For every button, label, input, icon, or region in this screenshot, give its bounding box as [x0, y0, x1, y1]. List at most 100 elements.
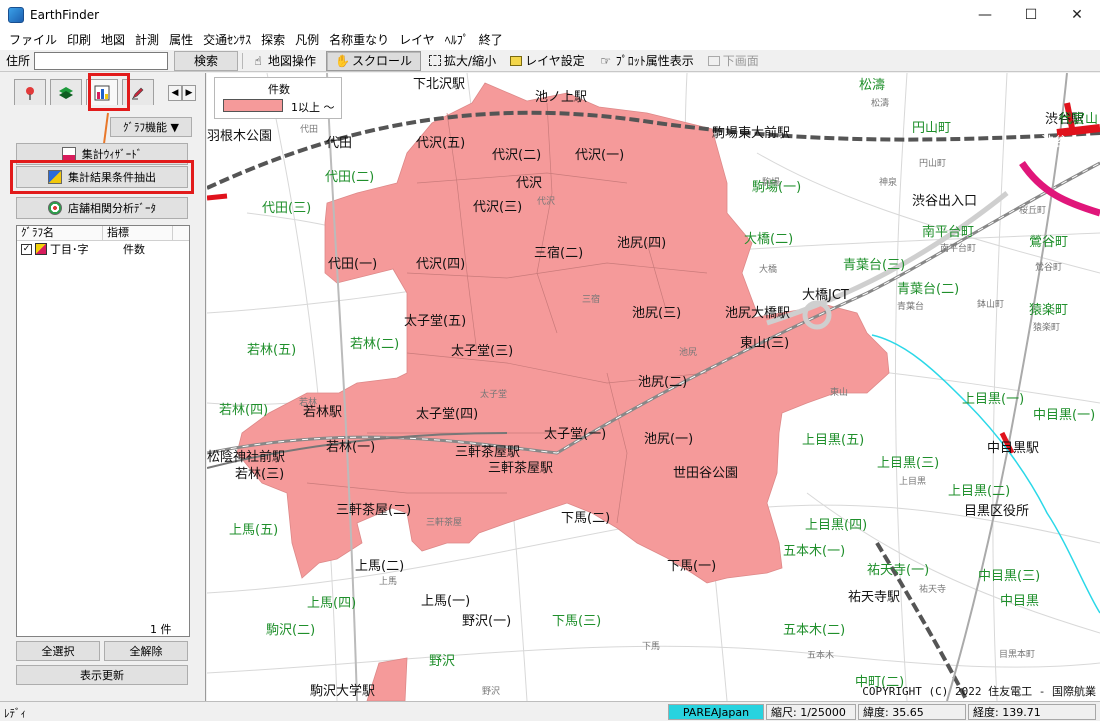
- map-label: 三軒茶屋: [426, 518, 463, 528]
- menu-map[interactable]: 地図: [96, 30, 130, 50]
- map-label: 上馬(一): [421, 594, 471, 609]
- map-legend: 件数 1以上 ～: [214, 77, 342, 119]
- status-bar: ﾚﾃﾞｨ PAREAJapan 縮尺: 1/25000 緯度: 35.65 経度…: [0, 701, 1100, 721]
- map-label: 野沢: [429, 654, 456, 669]
- map-label: 南平台町: [922, 225, 975, 240]
- col-indicator[interactable]: 指標: [103, 226, 173, 240]
- map-label: 三軒茶屋(二): [336, 503, 412, 518]
- menu-layer[interactable]: レイヤ: [394, 30, 440, 50]
- sub-screen-button[interactable]: 下画面: [702, 51, 765, 71]
- maximize-button[interactable]: ☐: [1008, 0, 1054, 30]
- search-button[interactable]: 検索: [174, 50, 239, 71]
- plot-attribute-button[interactable]: ☞ ﾌﾟﾛｯﾄ属性表示: [593, 51, 700, 71]
- app-icon: [8, 7, 24, 23]
- plot-attribute-label: ﾌﾟﾛｯﾄ属性表示: [615, 54, 694, 68]
- map-label: 若林(四): [219, 403, 269, 418]
- map-label: 羽根木公園: [207, 129, 273, 144]
- data-source-badge: PAREAJapan: [668, 704, 764, 720]
- map-label: 下馬: [642, 642, 661, 652]
- map-label: 円山町: [912, 121, 952, 136]
- map-label: 円山町: [919, 159, 947, 169]
- menu-measure[interactable]: 計測: [130, 30, 164, 50]
- menu-legend[interactable]: 凡例: [290, 30, 324, 50]
- scroll-button[interactable]: ✋ スクロール: [326, 50, 422, 71]
- map-label: 上目黒(四): [805, 518, 868, 533]
- map-label: 上馬(四): [307, 596, 357, 611]
- menu-file[interactable]: ファイル: [4, 30, 62, 50]
- map-label: 上馬: [379, 577, 398, 587]
- map-label: 五本木(二): [783, 623, 846, 638]
- map-label: 代田: [326, 136, 353, 151]
- graph-list: ｸﾞﾗﾌ名 指標 ✓ 丁目･字 件数: [16, 225, 190, 637]
- toolbar: 住所 検索 ☝ 地図操作 ✋ スクロール 拡大/縮小 レイヤ設定 ☞ ﾌﾟﾛｯﾄ…: [0, 50, 1100, 72]
- store-correlation-label: 店舗相関分析ﾃﾞｰﾀ: [68, 202, 156, 215]
- address-input[interactable]: [34, 51, 169, 70]
- menu-print[interactable]: 印刷: [62, 30, 96, 50]
- map-label: 祐天寺(一): [867, 563, 930, 578]
- map-label: 下馬(三): [552, 614, 602, 629]
- graph-list-header: ｸﾞﾗﾌ名 指標: [17, 226, 189, 241]
- zoom-button[interactable]: 拡大/縮小: [423, 51, 502, 71]
- map-operation-button[interactable]: ☝ 地図操作: [245, 51, 322, 71]
- map-label: 神泉: [879, 178, 898, 188]
- scroll-label: スクロール: [352, 54, 413, 68]
- map-operation-label: 地図操作: [268, 54, 317, 68]
- map-label: 上目黒(五): [802, 433, 865, 448]
- menu-help[interactable]: ﾍﾙﾌﾟ: [440, 30, 474, 50]
- map-label: 上目黒(三): [877, 456, 940, 471]
- map-view[interactable]: 件数 1以上 ～ 下北沢駅 池ノ上駅 駒場東大前駅 羽根木公園 代田 代沢(五)…: [207, 73, 1100, 701]
- map-label: 代田(三): [262, 201, 312, 216]
- longitude-readout: 経度: 139.71: [968, 704, 1096, 720]
- menu-traffic-census[interactable]: 交通ｾﾝｻｽ: [198, 30, 256, 50]
- map-label: 下馬(一): [667, 559, 717, 574]
- map-label: 池ノ上駅: [535, 90, 588, 105]
- map-label: 東山: [830, 388, 849, 398]
- map-label: 上目黒(二): [948, 484, 1011, 499]
- map-label: 五本木(一): [783, 544, 846, 559]
- map-label: 池尻(一): [644, 432, 694, 447]
- store-correlation-button[interactable]: 店舗相関分析ﾃﾞｰﾀ: [16, 197, 188, 219]
- map-label: 上目黒(一): [962, 392, 1025, 407]
- map-label: 代沢(一): [575, 148, 625, 163]
- left-panel: ◀ ▶ ｸﾞﾗﾌ機能 ▼ 集計ｳｨｻﾞｰﾄﾞ 集計結果条件抽出 店舗相関分析ﾃﾞ…: [0, 73, 206, 701]
- map-label: 三宿(二): [534, 246, 584, 261]
- row-checkbox[interactable]: ✓: [21, 243, 32, 255]
- extract-icon: [48, 170, 62, 184]
- map-label: 松濤: [859, 78, 886, 93]
- refresh-display-button[interactable]: 表示更新: [16, 665, 188, 685]
- map-label: 代沢(二): [492, 148, 542, 163]
- menu-exit[interactable]: 終了: [474, 30, 508, 50]
- item-count: 1 件: [150, 623, 172, 636]
- minimize-button[interactable]: —: [962, 0, 1008, 30]
- map-label: 代沢(五): [416, 136, 466, 151]
- map-label: 若林(五): [247, 343, 297, 358]
- map-label: 代官山: [1059, 112, 1099, 127]
- layer-settings-button[interactable]: レイヤ設定: [504, 51, 591, 71]
- list-item[interactable]: ✓ 丁目･字 件数: [17, 241, 189, 257]
- select-all-button[interactable]: 全選択: [16, 641, 100, 661]
- menu-name-overlap[interactable]: 名称重なり: [324, 30, 394, 50]
- highlighted-district[interactable]: [236, 82, 890, 584]
- map-label: 代田(二): [325, 170, 375, 185]
- wizard-icon: [61, 147, 76, 161]
- map-label: 目黒区役所: [964, 504, 1030, 519]
- col-graph-name[interactable]: ｸﾞﾗﾌ名: [17, 226, 103, 240]
- address-label: 住所: [6, 54, 31, 68]
- legend-swatch: [223, 99, 283, 112]
- deselect-all-button[interactable]: 全解除: [104, 641, 188, 661]
- map-label: 大橋(二): [744, 232, 794, 247]
- map-label: 東山(三): [740, 336, 790, 351]
- zoom-rect-icon: [429, 55, 442, 66]
- map-label: 代沢(三): [473, 200, 523, 215]
- toolbar-separator: [242, 52, 244, 69]
- map-label: 鶯谷町: [1035, 263, 1063, 273]
- map-label: 上馬(二): [355, 559, 405, 574]
- menu-explore[interactable]: 探索: [256, 30, 290, 50]
- close-button[interactable]: ✕: [1054, 0, 1100, 30]
- map-label: 若林(一): [326, 440, 376, 455]
- map-label: 中目黒(三): [978, 569, 1041, 584]
- map-label: 猿楽町: [1029, 303, 1069, 318]
- map-label: 世田谷公園: [673, 466, 739, 481]
- menu-attribute[interactable]: 属性: [164, 30, 198, 50]
- extract-results-button[interactable]: 集計結果条件抽出: [16, 166, 188, 188]
